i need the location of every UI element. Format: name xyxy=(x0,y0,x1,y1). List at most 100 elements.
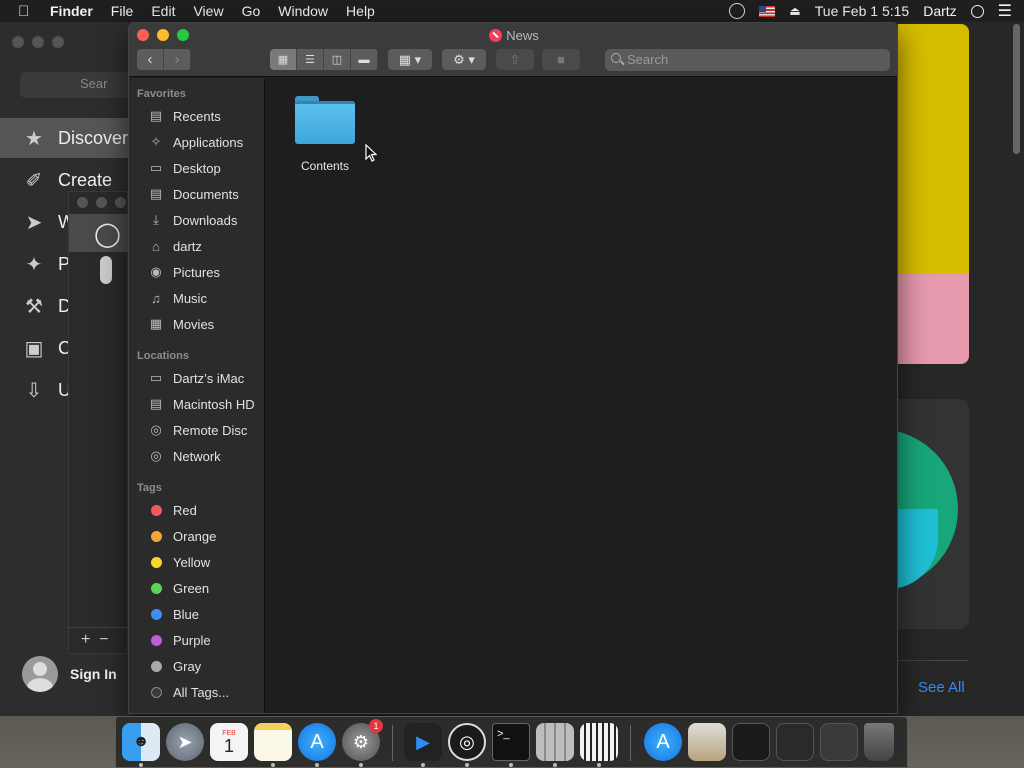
column-view-button[interactable]: ◫ xyxy=(324,49,351,70)
obs-status-icon[interactable] xyxy=(729,3,746,19)
menu-help[interactable]: Help xyxy=(346,3,375,19)
forward-button[interactable]: › xyxy=(164,49,191,70)
sidebar-tag-orange[interactable]: Orange xyxy=(129,524,265,548)
list-view-button[interactable]: ☰ xyxy=(297,49,324,70)
add-remove-buttons[interactable]: + − xyxy=(69,627,129,653)
sidebar-tag-yellow[interactable]: Yellow xyxy=(129,550,265,574)
finder-content-area[interactable]: Contents xyxy=(266,78,897,713)
window-title-text: News xyxy=(506,28,539,43)
sound-window-traffic-lights xyxy=(77,197,126,208)
finder-dock-icon[interactable]: ☻ xyxy=(122,723,160,761)
folder-label[interactable]: Contents xyxy=(280,159,370,173)
sidebar-item-macintosh-hd[interactable]: ▤ Macintosh HD xyxy=(129,392,265,416)
user-name[interactable]: Dartz xyxy=(923,3,956,19)
menu-app-name[interactable]: Finder xyxy=(50,3,93,19)
sidebar-tag-purple[interactable]: Purple xyxy=(129,628,265,652)
piano-dock-icon[interactable] xyxy=(580,723,618,761)
brush-icon: ✐ xyxy=(25,170,43,192)
notification-badge: 1 xyxy=(369,719,383,733)
nav-label: Create xyxy=(58,169,113,190)
share-button[interactable]: ⇧ xyxy=(496,49,534,70)
featured-card-image[interactable] xyxy=(898,24,969,364)
terminal-dock-icon[interactable]: >_ xyxy=(492,723,530,761)
utilities-dock-icon[interactable] xyxy=(820,723,858,761)
finder-toolbar: News ‹ › ▦ ☰ ◫ ▬ ▦ ▾ ⚙ ▾ ⇧ ■ Search xyxy=(129,23,897,77)
app-store-folder-dock-icon[interactable]: A xyxy=(644,723,682,761)
eject-icon[interactable]: ⏏ xyxy=(789,4,800,18)
sidebar-item-movies[interactable]: ▦ Movies xyxy=(129,312,265,336)
input-source-flag-icon[interactable] xyxy=(759,5,776,17)
back-button[interactable]: ‹ xyxy=(137,49,164,70)
action-gear-button[interactable]: ⚙ ▾ xyxy=(442,49,486,70)
sign-in-button[interactable]: Sign In xyxy=(22,656,117,692)
scrollbar[interactable] xyxy=(1013,24,1020,154)
apple-menu-icon[interactable]:  xyxy=(18,3,36,20)
sidebar-tag-blue[interactable]: Blue xyxy=(129,602,265,626)
paper-plane-icon: ➤ xyxy=(25,212,43,234)
avatar-icon xyxy=(22,656,58,692)
sidebar-tag-gray[interactable]: Gray xyxy=(129,654,265,678)
obs-dock-icon[interactable]: ◎ xyxy=(448,723,486,761)
sidebar-item-documents[interactable]: ▤ Documents xyxy=(129,182,265,206)
featured-card-dark[interactable] xyxy=(898,399,969,629)
sidebar-item-pictures[interactable]: ◉ Pictures xyxy=(129,260,265,284)
microphone-icon[interactable] xyxy=(100,256,112,284)
launchpad-dock-icon[interactable]: ➤ xyxy=(166,723,204,761)
sidebar-item-recents[interactable]: ▤ Recents xyxy=(129,104,265,128)
rocket-icon: ✦ xyxy=(25,254,43,276)
sidebar-item-applications[interactable]: ✧ Applications xyxy=(129,130,265,154)
app-store-dock-icon[interactable]: A xyxy=(298,723,336,761)
tag-label: Orange xyxy=(173,528,217,544)
disk-icon: ▤ xyxy=(149,396,163,411)
gallery-view-button[interactable]: ▬ xyxy=(351,49,378,70)
sidebar-item-music[interactable]: ♫ Music xyxy=(129,286,265,310)
running-indicator xyxy=(421,763,425,767)
system-preferences-dock-icon[interactable]: ⚙ 1 xyxy=(342,719,383,761)
sidebar-item-remote-disc[interactable]: ◎ Remote Disc xyxy=(129,418,265,442)
window-dock-icon[interactable] xyxy=(776,723,814,761)
sidebar-item-desktop[interactable]: ▭ Desktop xyxy=(129,156,265,180)
notification-center-icon[interactable]: ☰ xyxy=(998,1,1012,21)
edit-tags-button[interactable]: ■ xyxy=(542,49,580,70)
notes-dock-icon[interactable] xyxy=(254,723,292,761)
group-by-button[interactable]: ▦ ▾ xyxy=(388,49,432,70)
tags-header: Tags xyxy=(137,482,162,494)
nav-discover[interactable]: ★ Discover xyxy=(0,118,128,158)
calendar-dock-icon[interactable]: FEB 1 xyxy=(210,723,248,761)
sidebar-tag-green[interactable]: Green xyxy=(129,576,265,600)
sidebar-item-downloads[interactable]: ⤓ Downloads xyxy=(129,208,265,232)
network-icon: ◎ xyxy=(150,448,162,463)
window-dock-icon[interactable] xyxy=(732,723,770,761)
desktop-icon: ▭ xyxy=(149,160,163,175)
mouse-cursor-icon xyxy=(365,144,377,162)
clock[interactable]: Tue Feb 1 5:15 xyxy=(815,3,909,19)
movies-icon: ▦ xyxy=(149,316,163,331)
sidebar-item-network[interactable]: ◎ Network xyxy=(129,444,265,468)
calculator-dock-icon[interactable] xyxy=(536,723,574,761)
see-all-link[interactable]: See All xyxy=(918,679,965,696)
sidebar-item-home[interactable]: ⌂ dartz xyxy=(129,234,265,258)
spotlight-icon[interactable] xyxy=(970,4,984,18)
transporter-dock-icon[interactable]: ▶ xyxy=(404,723,442,761)
tag-label: Yellow xyxy=(173,554,211,570)
window-title: News xyxy=(129,28,897,43)
sidebar-item-imac[interactable]: ▭ Dartz’s iMac xyxy=(129,366,265,390)
sidebar-tag-all[interactable]: All Tags... xyxy=(129,680,265,704)
sidebar-tag-red[interactable]: Red xyxy=(129,498,265,522)
folder-icon[interactable] xyxy=(295,96,355,144)
sidebar-item-label: Network xyxy=(173,448,221,464)
finder-search-input[interactable]: Search xyxy=(605,49,890,71)
menu-bar:  Finder File Edit View Go Window Help ⏏… xyxy=(0,0,1024,22)
menu-edit[interactable]: Edit xyxy=(151,3,175,19)
running-indicator xyxy=(139,763,143,767)
menu-go[interactable]: Go xyxy=(242,3,261,19)
trash-icon[interactable] xyxy=(864,723,894,761)
menu-file[interactable]: File xyxy=(111,3,134,19)
menu-view[interactable]: View xyxy=(193,3,223,19)
menu-window[interactable]: Window xyxy=(278,3,328,19)
preview-dock-icon[interactable] xyxy=(688,723,726,761)
icon-view-button[interactable]: ▦ xyxy=(270,49,297,70)
sound-window: ◯ + − xyxy=(68,191,129,654)
pictures-icon: ◉ xyxy=(150,264,162,279)
running-indicator xyxy=(315,763,319,767)
